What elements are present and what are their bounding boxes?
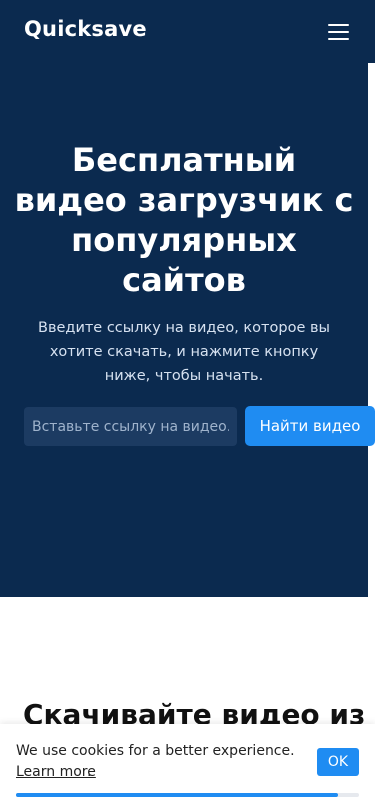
menu-line (328, 24, 349, 26)
hamburger-menu-icon[interactable] (322, 18, 354, 46)
scroll-progress-track (16, 793, 359, 797)
scroll-progress-bar (16, 793, 339, 797)
learn-more-link[interactable]: Learn more (16, 764, 96, 780)
hero-subtitle: Введите ссылку на видео, которое вы хоти… (38, 320, 330, 384)
brand-logo[interactable]: Quicksave (24, 17, 147, 41)
menu-line (328, 38, 349, 40)
hero-title: Бесплатный видео загрузчик с популярных … (14, 141, 354, 299)
cookie-message: We use cookies for a better experience. (16, 743, 295, 759)
hero-section: Бесплатный видео загрузчик с популярных … (0, 0, 375, 597)
cookie-ok-button[interactable]: OK (317, 748, 359, 776)
top-navbar: Quicksave (0, 0, 375, 63)
menu-line (328, 31, 349, 33)
find-video-button[interactable]: Найти видео (245, 406, 375, 446)
video-url-input[interactable] (24, 407, 237, 446)
cookie-period: . (87, 764, 92, 780)
